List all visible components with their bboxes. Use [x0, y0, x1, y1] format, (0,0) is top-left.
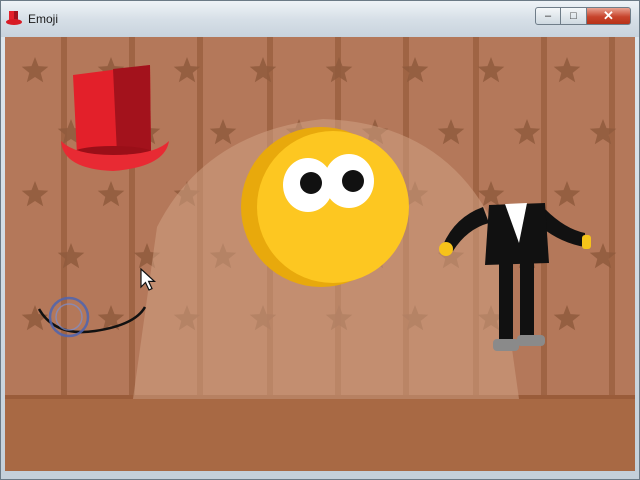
game-canvas[interactable] — [5, 37, 635, 471]
right-hand — [582, 235, 591, 249]
window-controls: – □ ✕ — [535, 7, 631, 27]
title-bar[interactable]: Emoji – □ ✕ — [1, 1, 639, 37]
right-shoe — [517, 335, 545, 346]
stage[interactable] — [5, 37, 635, 471]
red-top-hat-icon — [6, 11, 22, 25]
face — [257, 131, 409, 283]
right-leg — [520, 263, 534, 339]
maximize-button[interactable]: □ — [561, 7, 587, 25]
close-button[interactable]: ✕ — [587, 7, 631, 25]
stage-floor — [5, 397, 635, 471]
window-title: Emoji — [28, 12, 59, 26]
right-pupil — [342, 170, 364, 192]
minimize-icon: – — [544, 10, 552, 22]
emoji-face-sprite[interactable] — [241, 127, 409, 287]
close-icon: ✕ — [603, 8, 614, 23]
minimize-button[interactable]: – — [535, 7, 561, 25]
app-window: Emoji – □ ✕ — [0, 0, 640, 480]
wall-stripe — [609, 37, 615, 397]
hat-crown-shade — [113, 65, 151, 154]
left-leg — [499, 263, 513, 341]
maximize-icon: □ — [570, 10, 577, 22]
left-hand — [439, 242, 453, 256]
left-shoe — [493, 339, 519, 351]
left-pupil — [300, 172, 322, 194]
wall-stripe — [61, 37, 67, 397]
